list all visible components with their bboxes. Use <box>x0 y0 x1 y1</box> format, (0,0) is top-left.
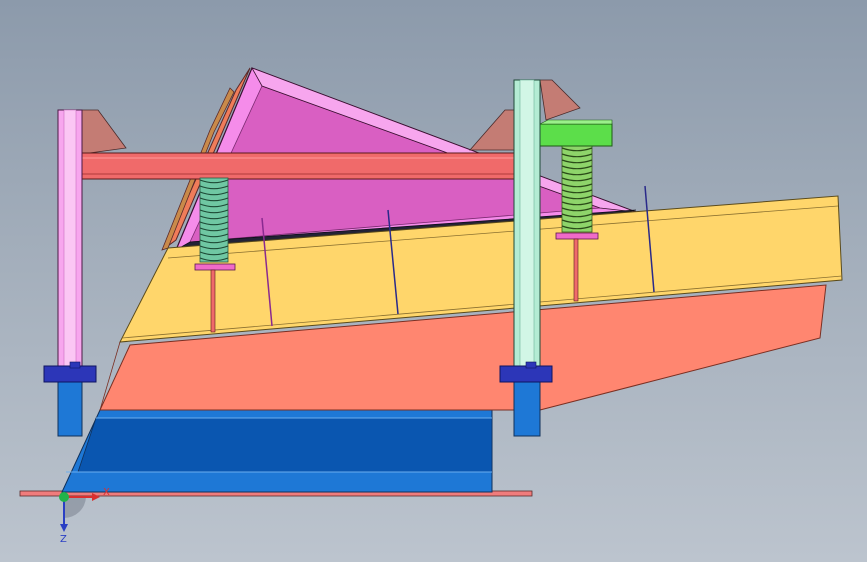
cad-viewport[interactable]: X Z <box>0 0 867 562</box>
y-axis-dot <box>59 492 69 502</box>
crossbeam[interactable] <box>81 152 515 180</box>
clamp-left[interactable] <box>43 365 97 383</box>
base-frame-web[interactable] <box>77 417 493 473</box>
clamp-right[interactable] <box>499 365 553 383</box>
spring-support-block[interactable] <box>539 123 613 147</box>
vibrating-screen-assembly[interactable]: X Z <box>0 0 867 562</box>
z-axis-label: Z <box>60 534 67 545</box>
spring-seat-right <box>555 232 599 240</box>
x-axis-label: X <box>103 487 110 498</box>
spring-rod-left <box>210 269 216 333</box>
bracket-left[interactable] <box>81 109 127 155</box>
spring-seat-left <box>194 263 236 271</box>
bracket-right[interactable] <box>469 109 517 151</box>
spring-rod-right <box>573 238 579 302</box>
bracket-right-outer[interactable] <box>539 79 581 121</box>
